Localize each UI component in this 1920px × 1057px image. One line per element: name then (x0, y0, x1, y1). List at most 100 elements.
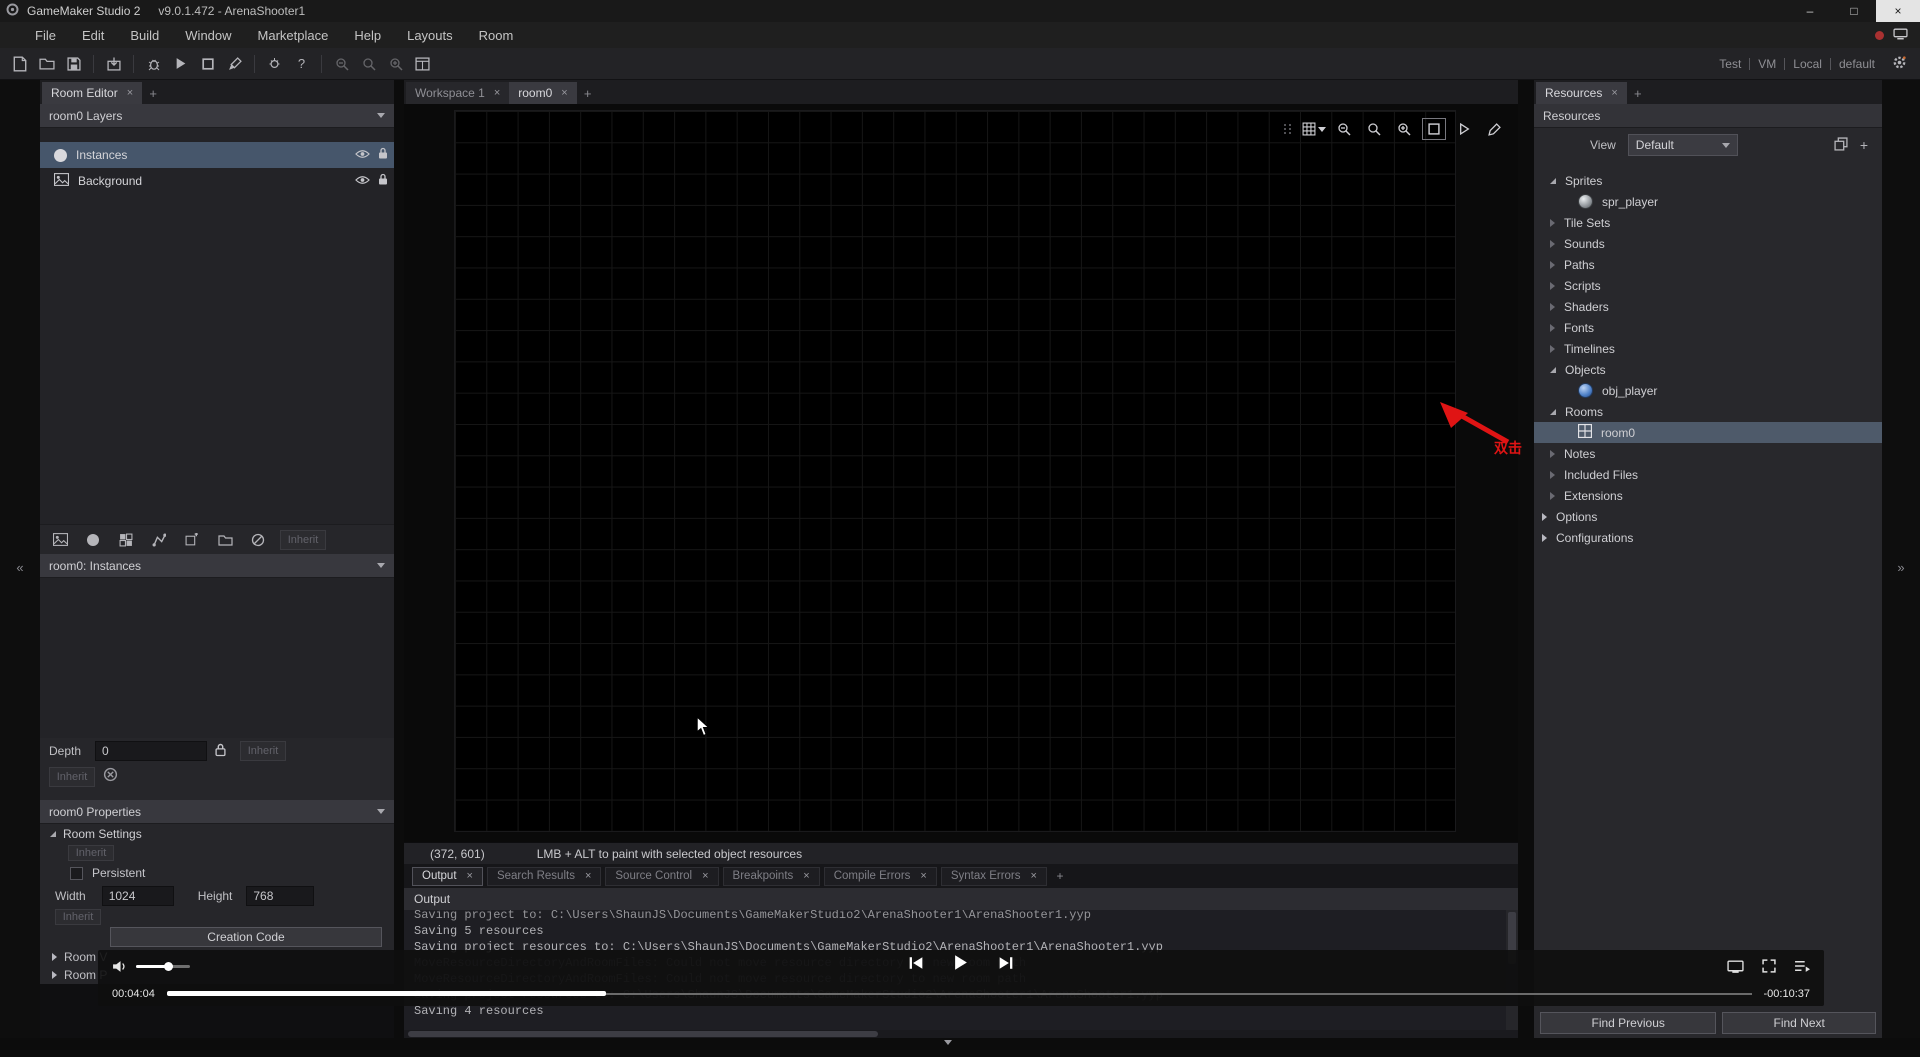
menu-layouts[interactable]: Layouts (394, 22, 466, 48)
tab-compile-errors[interactable]: Compile Errors × (823, 866, 937, 886)
fit-view-toggle-icon[interactable] (1422, 118, 1446, 140)
tree-item-obj-player[interactable]: obj_player (1534, 380, 1882, 401)
bug-report-icon[interactable] (261, 51, 288, 77)
tree-group-options[interactable]: Options (1534, 506, 1882, 527)
save-project-icon[interactable] (60, 51, 87, 77)
add-tab-button[interactable]: + (142, 82, 164, 104)
open-project-icon[interactable] (33, 51, 60, 77)
tree-group-tile-sets[interactable]: Tile Sets (1534, 212, 1882, 233)
target-device[interactable]: Local (1793, 57, 1822, 71)
close-icon[interactable]: × (585, 870, 591, 882)
tree-group-timelines[interactable]: Timelines (1534, 338, 1882, 359)
new-tile-layer-icon[interactable] (114, 529, 138, 551)
instances-section-header[interactable]: room0: Instances (40, 554, 394, 578)
close-icon[interactable]: × (467, 870, 473, 882)
tab-syntax-errors[interactable]: Syntax Errors × (940, 866, 1047, 886)
lock-icon[interactable] (378, 147, 388, 163)
tree-group-scripts[interactable]: Scripts (1534, 275, 1882, 296)
menu-help[interactable]: Help (341, 22, 394, 48)
grid-settings-icon[interactable] (1302, 118, 1326, 140)
close-icon[interactable]: × (561, 87, 567, 99)
find-next-button[interactable]: Find Next (1722, 1012, 1876, 1034)
room-grid[interactable] (454, 110, 1456, 832)
tab-room-editor[interactable]: Room Editor × (42, 82, 143, 104)
canvas-play-icon[interactable] (1452, 118, 1476, 140)
tree-group-shaders[interactable]: Shaders (1534, 296, 1882, 317)
volume-icon[interactable] (112, 960, 128, 973)
tab-search-results[interactable]: Search Results × (486, 866, 602, 886)
tree-group-sprites[interactable]: Sprites (1534, 170, 1882, 191)
menu-room[interactable]: Room (466, 22, 527, 48)
tree-group-objects[interactable]: Objects (1534, 359, 1882, 380)
layers-header[interactable]: room0 Layers (40, 104, 394, 128)
creation-code-button[interactable]: Creation Code (110, 927, 382, 947)
new-background-layer-icon[interactable] (48, 529, 72, 551)
target-manager-gear-icon[interactable] (1891, 54, 1908, 74)
delete-layer-icon[interactable] (246, 529, 270, 551)
tab-resources[interactable]: Resources × (1536, 82, 1627, 104)
duplicate-view-icon[interactable] (1834, 136, 1848, 154)
properties-header[interactable]: room0 Properties (40, 800, 394, 824)
zoom-out-icon[interactable] (328, 51, 355, 77)
tree-group-notes[interactable]: Notes (1534, 443, 1882, 464)
close-icon[interactable]: × (1031, 870, 1037, 882)
new-instance-layer-icon[interactable] (81, 529, 105, 551)
add-output-tab-button[interactable]: + (1051, 867, 1069, 885)
zoom-reset-icon[interactable] (355, 51, 382, 77)
tree-group-rooms[interactable]: Rooms (1534, 401, 1882, 422)
target-profile[interactable]: default (1839, 57, 1875, 71)
tab-breakpoints[interactable]: Breakpoints × (722, 866, 820, 886)
new-project-icon[interactable] (6, 51, 33, 77)
menu-build[interactable]: Build (117, 22, 172, 48)
tab-workspace-1[interactable]: Workspace 1 × (406, 82, 510, 104)
collapse-right-icon[interactable]: » (1882, 560, 1920, 575)
new-folder-icon[interactable] (213, 529, 237, 551)
paint-mode-icon[interactable] (1482, 118, 1506, 140)
eye-icon[interactable] (355, 174, 370, 188)
lock-icon[interactable] (378, 173, 388, 189)
clear-inherit-icon[interactable] (103, 767, 118, 787)
close-button[interactable]: × (1876, 0, 1920, 22)
close-icon[interactable]: × (920, 870, 926, 882)
persistent-checkbox[interactable] (70, 866, 83, 880)
menu-file[interactable]: File (22, 22, 69, 48)
drag-handle-icon[interactable] (1284, 124, 1292, 134)
maximize-button[interactable]: □ (1832, 0, 1876, 22)
help-icon[interactable]: ? (288, 51, 315, 77)
find-previous-button[interactable]: Find Previous (1540, 1012, 1717, 1034)
target-runtime[interactable]: VM (1758, 57, 1776, 71)
output-horizontal-scrollbar[interactable] (404, 1030, 1518, 1038)
export-icon[interactable] (100, 51, 127, 77)
seek-bar[interactable] (166, 991, 1752, 997)
previous-track-icon[interactable] (909, 956, 924, 970)
close-icon[interactable]: × (1611, 87, 1617, 99)
eye-icon[interactable] (355, 148, 370, 162)
add-workspace-tab-button[interactable]: + (577, 82, 599, 104)
tree-group-included-files[interactable]: Included Files (1534, 464, 1882, 485)
new-asset-layer-icon[interactable] (180, 529, 204, 551)
add-view-icon[interactable]: + (1860, 137, 1868, 153)
size-inherit-button[interactable]: Inherit (55, 909, 101, 925)
close-icon[interactable]: × (803, 870, 809, 882)
canvas-zoom-reset-icon[interactable] (1362, 118, 1386, 140)
target-config[interactable]: Test (1719, 57, 1741, 71)
room-settings-row[interactable]: Room Settings (40, 824, 394, 844)
tree-item-spr-player[interactable]: spr_player (1534, 191, 1882, 212)
menu-window[interactable]: Window (172, 22, 244, 48)
depth-input[interactable] (95, 741, 208, 761)
tab-source-control[interactable]: Source Control × (605, 866, 719, 886)
depth-inherit-button[interactable]: Inherit (240, 741, 287, 761)
debug-icon[interactable] (140, 51, 167, 77)
canvas-zoom-out-icon[interactable] (1332, 118, 1356, 140)
tree-group-sounds[interactable]: Sounds (1534, 233, 1882, 254)
height-input[interactable] (246, 886, 315, 906)
play-icon[interactable] (954, 954, 969, 971)
close-icon[interactable]: × (494, 87, 500, 99)
tree-group-extensions[interactable]: Extensions (1534, 485, 1882, 506)
room-canvas[interactable] (404, 104, 1518, 842)
layer-row-instances[interactable]: Instances (40, 142, 394, 168)
playlist-icon[interactable] (1794, 960, 1810, 972)
layer-row-background[interactable]: Background (40, 168, 394, 194)
new-path-layer-icon[interactable] (147, 529, 171, 551)
fullscreen-icon[interactable] (1762, 959, 1776, 973)
